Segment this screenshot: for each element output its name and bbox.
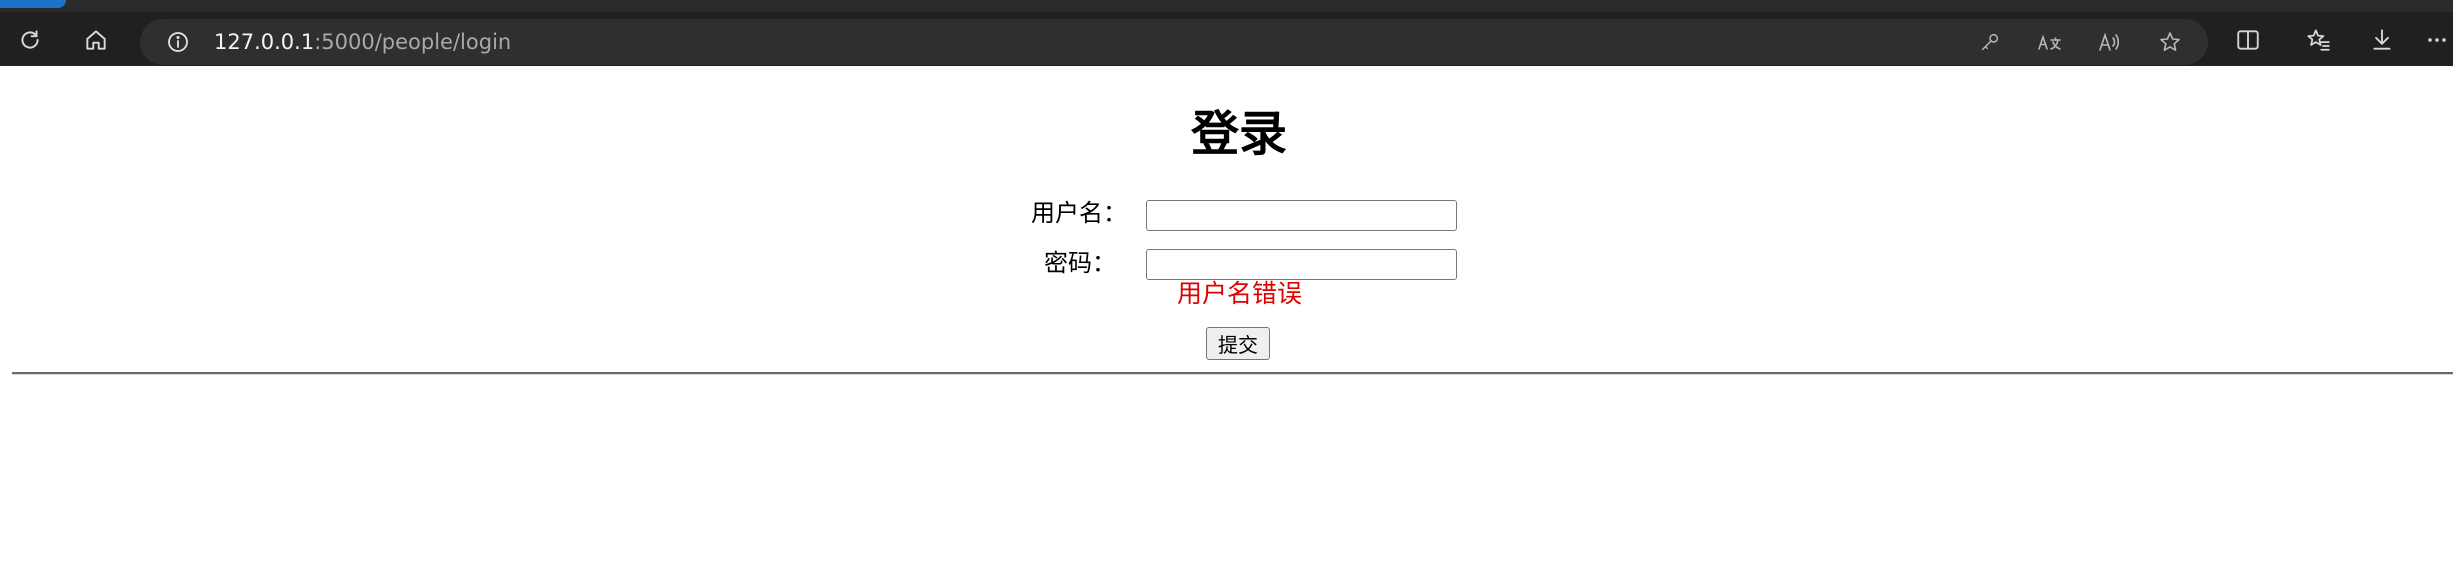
- page-title: 登录: [1190, 106, 1287, 162]
- password-label: 密码：: [1044, 249, 1116, 277]
- username-input[interactable]: [1146, 200, 1457, 231]
- page-viewport: 登录 用户名： 密码： 用户名错误 提交: [0, 68, 2453, 571]
- split-screen-icon[interactable]: [2232, 24, 2264, 56]
- tab-strip: [0, 0, 2453, 12]
- favorites-icon[interactable]: [2302, 24, 2334, 56]
- address-bar[interactable]: 127.0.0.1:5000/people/login: [140, 19, 2208, 65]
- home-icon[interactable]: [80, 24, 112, 56]
- star-icon[interactable]: [2154, 26, 2186, 58]
- more-icon[interactable]: [2421, 24, 2453, 56]
- horizontal-rule: [12, 372, 2453, 375]
- active-tab[interactable]: [0, 0, 66, 8]
- browser-chrome: 127.0.0.1:5000/people/login: [0, 0, 2453, 66]
- url-text[interactable]: 127.0.0.1:5000/people/login: [214, 30, 511, 54]
- download-icon[interactable]: [2366, 24, 2398, 56]
- key-icon[interactable]: [1974, 26, 2006, 58]
- info-icon[interactable]: [162, 26, 194, 58]
- error-message: 用户名错误: [1177, 279, 1303, 308]
- url-path: :5000/people/login: [314, 30, 512, 54]
- read-aloud-icon[interactable]: [2094, 26, 2126, 58]
- browser-toolbar: 127.0.0.1:5000/people/login: [0, 12, 2453, 66]
- translate-icon[interactable]: [2034, 26, 2066, 58]
- username-label: 用户名：: [1031, 199, 1127, 227]
- submit-button[interactable]: 提交: [1206, 327, 1270, 360]
- password-input[interactable]: [1146, 249, 1457, 280]
- url-host: 127.0.0.1: [214, 30, 315, 54]
- refresh-icon[interactable]: [14, 24, 46, 56]
